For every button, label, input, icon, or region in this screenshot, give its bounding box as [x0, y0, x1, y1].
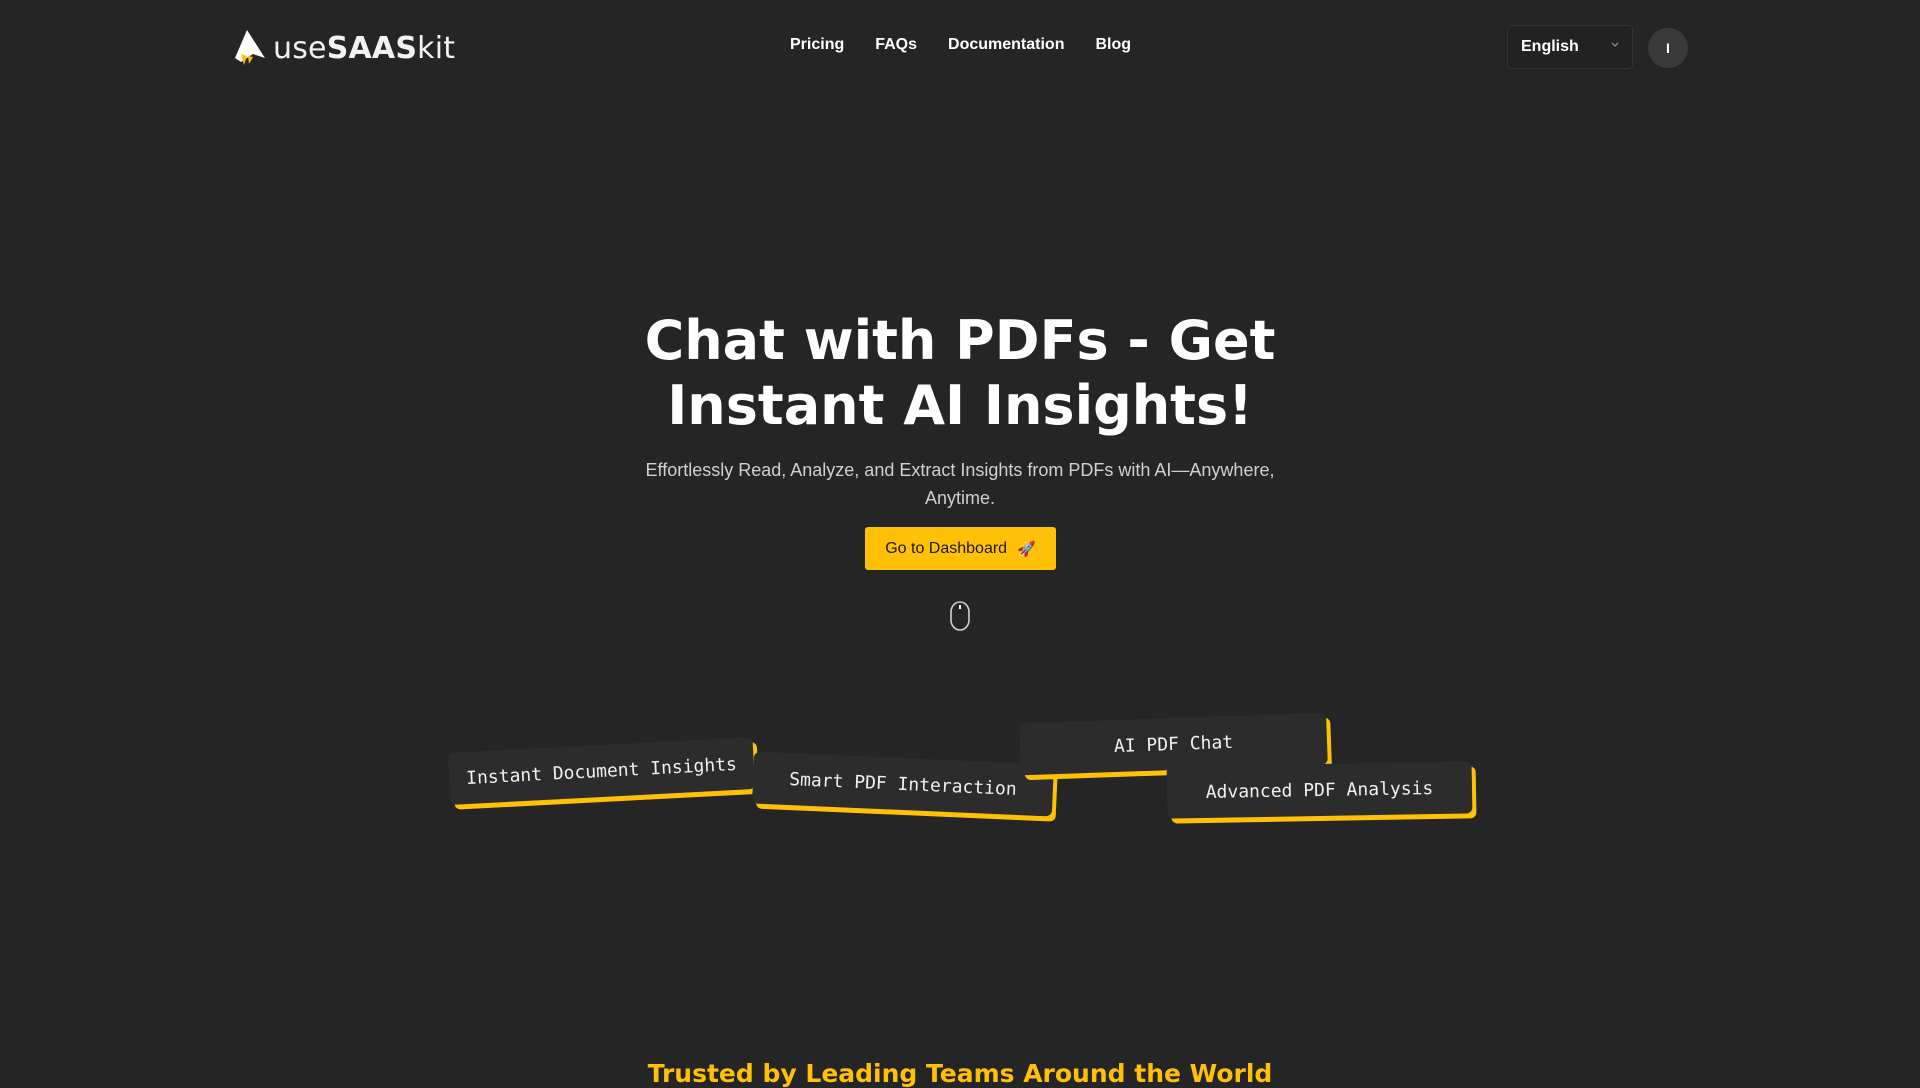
language-selected-value: English — [1521, 38, 1579, 55]
hero-title-line1: Chat with PDFs - Get — [644, 309, 1276, 373]
language-select[interactable]: English — [1507, 25, 1633, 69]
feature-card-label: Smart PDF Interaction — [788, 768, 1018, 800]
chevron-down-icon — [1611, 42, 1619, 47]
logo-text-suffix: kit — [417, 30, 456, 66]
logo-text: useSAASkit — [273, 31, 455, 66]
rocket-logo-icon — [235, 30, 265, 65]
logo[interactable]: useSAASkit — [233, 28, 455, 68]
logo-text-light: use — [273, 30, 327, 66]
feature-card-smart-pdf-interaction: Smart PDF Interaction — [752, 751, 1054, 817]
hero-title-line2: Instant AI Insights! — [667, 374, 1253, 438]
nav-link-documentation[interactable]: Documentation — [948, 36, 1064, 54]
nav-link-blog[interactable]: Blog — [1095, 36, 1131, 54]
top-navigation: useSAASkit Pricing FAQs Documentation Bl… — [0, 0, 1920, 96]
hero-title: Chat with PDFs - Get Instant AI Insights… — [0, 308, 1920, 438]
feature-card-label: Instant Document Insights — [465, 753, 738, 789]
feature-card-instant-document-insights: Instant Document Insights — [447, 737, 756, 805]
nav-link-pricing[interactable]: Pricing — [790, 36, 844, 54]
go-to-dashboard-button[interactable]: Go to Dashboard 🚀 — [865, 527, 1056, 570]
feature-card-label: Advanced PDF Analysis — [1205, 777, 1434, 803]
nav-links: Pricing FAQs Documentation Blog — [790, 36, 1131, 54]
feature-card-advanced-pdf-analysis: Advanced PDF Analysis — [1166, 761, 1473, 819]
hero-subtitle: Effortlessly Read, Analyze, and Extract … — [645, 460, 1275, 508]
trusted-by-heading: Trusted by Leading Teams Around the Worl… — [647, 1058, 1273, 1088]
cta-label: Go to Dashboard — [885, 539, 1008, 557]
nav-link-faqs[interactable]: FAQs — [875, 36, 917, 54]
scroll-mouse-icon — [950, 601, 970, 631]
logo-text-bold: SAAS — [326, 30, 418, 66]
feature-card-label: AI PDF Chat — [1113, 731, 1234, 757]
user-avatar[interactable]: I — [1648, 28, 1688, 68]
rocket-icon: 🚀 — [1017, 540, 1036, 558]
